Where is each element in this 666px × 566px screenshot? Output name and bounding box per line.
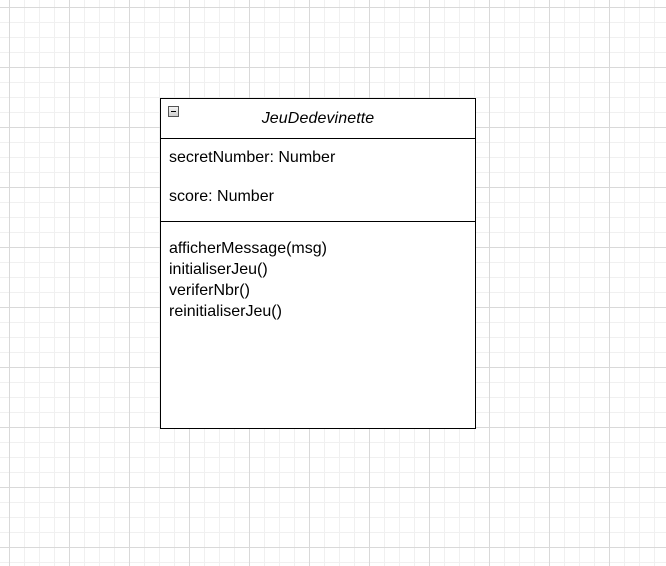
class-name: JeuDedevinette <box>261 109 375 127</box>
attributes-compartment[interactable]: secretNumber: Number score: Number <box>161 139 475 222</box>
attribute-row[interactable]: score: Number <box>169 187 274 207</box>
collapse-minus-icon[interactable] <box>168 106 179 117</box>
diagram-canvas[interactable]: JeuDedevinette secretNumber: Number scor… <box>0 0 666 566</box>
method-row[interactable]: veriferNbr() <box>169 280 467 301</box>
method-row[interactable]: initialiserJeu() <box>169 259 467 280</box>
method-row[interactable]: afficherMessage(msg) <box>169 238 467 259</box>
class-header[interactable]: JeuDedevinette <box>161 99 475 139</box>
method-row[interactable]: reinitialiserJeu() <box>169 301 467 322</box>
attribute-row[interactable]: secretNumber: Number <box>169 148 335 168</box>
uml-class-box[interactable]: JeuDedevinette secretNumber: Number scor… <box>160 98 476 429</box>
methods-compartment[interactable]: afficherMessage(msg) initialiserJeu() ve… <box>161 222 475 322</box>
